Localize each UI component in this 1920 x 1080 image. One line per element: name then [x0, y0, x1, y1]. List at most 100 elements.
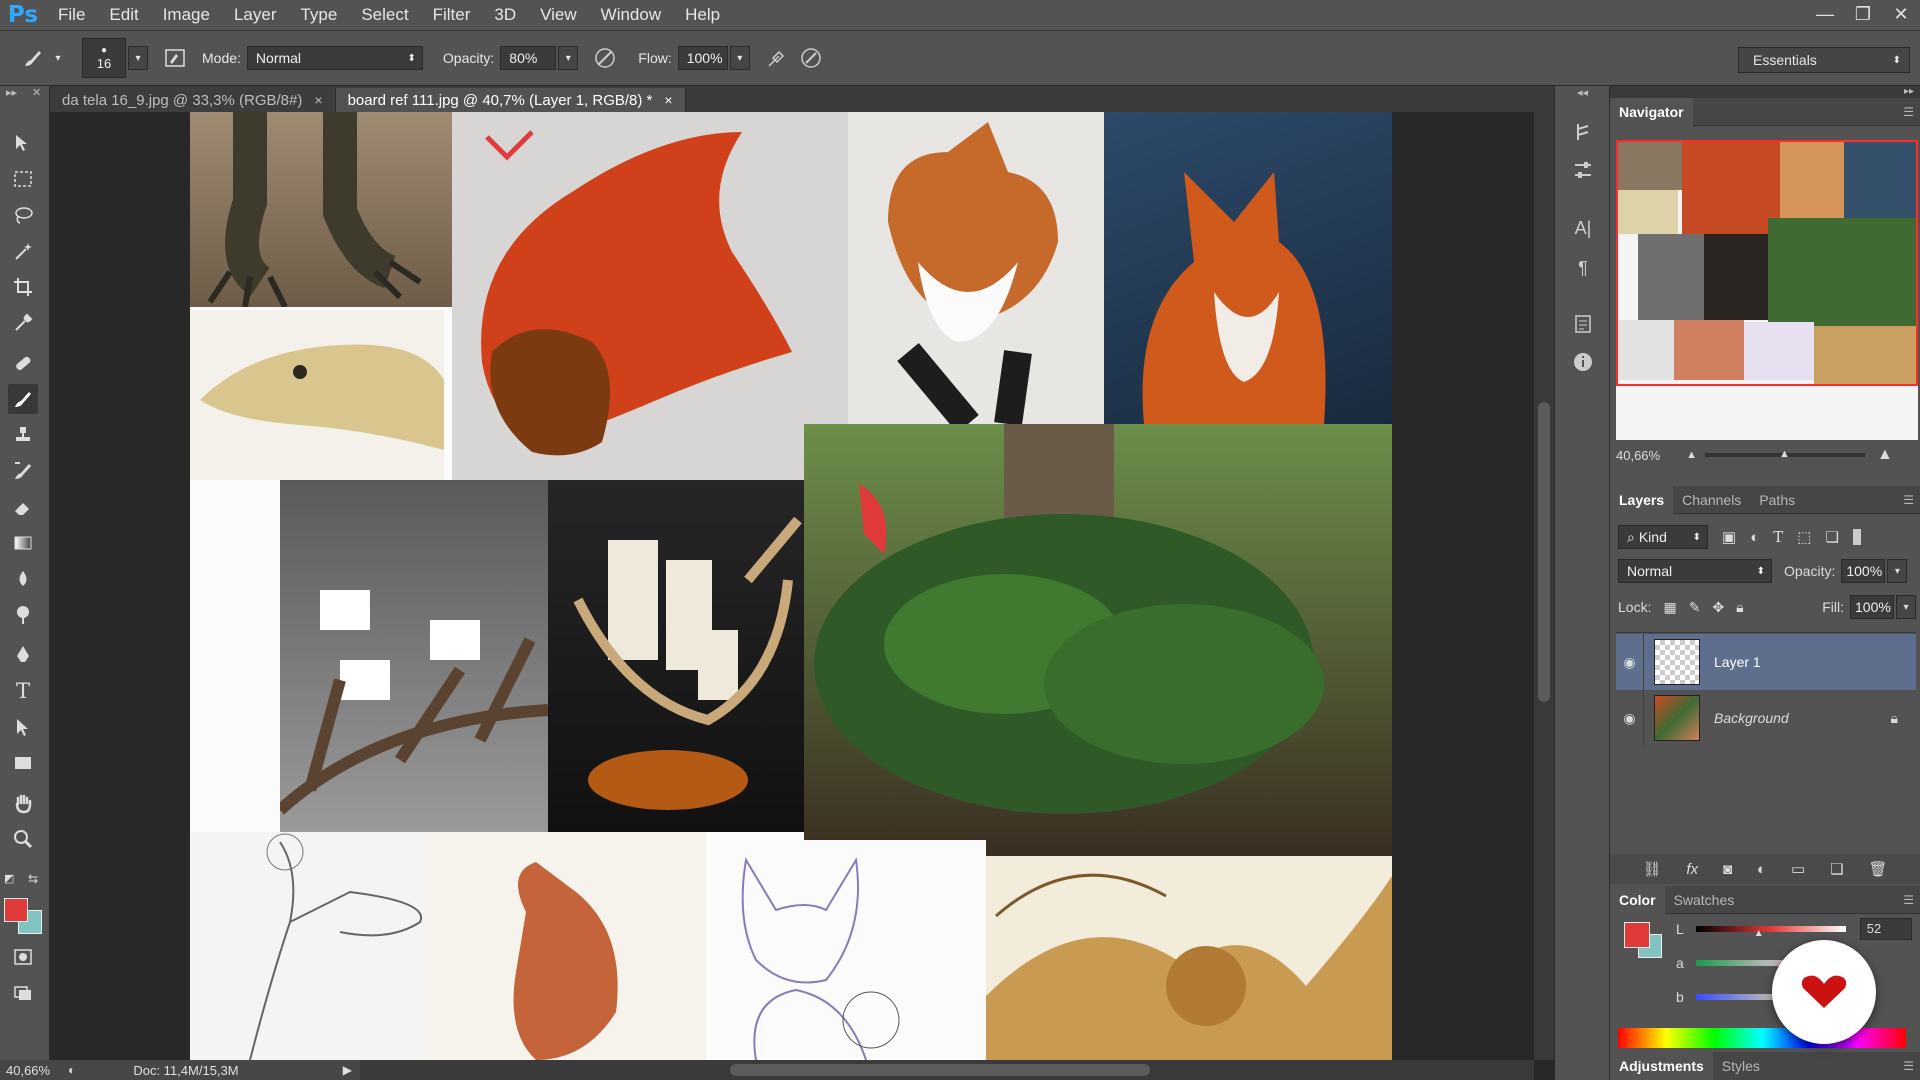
workspace-select[interactable]: Essentials ⬍	[1738, 47, 1910, 73]
zoom-in-icon[interactable]: ▲	[1877, 446, 1893, 464]
new-group-icon[interactable]: ▭	[1791, 860, 1805, 878]
navigator-view-box[interactable]	[1616, 140, 1918, 386]
pressure-size-icon[interactable]	[798, 45, 824, 71]
layer-opacity-input[interactable]: 100%	[1841, 559, 1886, 583]
tab-layers[interactable]: Layers	[1610, 485, 1674, 514]
tab-navigator[interactable]: Navigator	[1610, 97, 1693, 126]
navigator-preview[interactable]	[1616, 140, 1918, 440]
vertical-scroll-thumb[interactable]	[1538, 402, 1550, 702]
type-tool-icon[interactable]: T	[8, 676, 38, 706]
properties-panel-icon[interactable]	[1569, 310, 1597, 338]
pressure-opacity-icon[interactable]	[592, 45, 618, 71]
close-window-button[interactable]: ✕	[1882, 0, 1920, 30]
filter-toggle-icon[interactable]	[1852, 529, 1861, 545]
blur-tool-icon[interactable]	[8, 564, 38, 594]
fill-input[interactable]: 100%	[1850, 595, 1894, 619]
history-panel-icon[interactable]	[1569, 118, 1597, 146]
flow-input[interactable]: 100%	[677, 46, 728, 70]
clone-stamp-tool-icon[interactable]	[8, 420, 38, 450]
history-brush-tool-icon[interactable]	[8, 456, 38, 486]
filter-type-icon[interactable]: T	[1773, 528, 1783, 546]
opacity-input[interactable]: 80%	[500, 46, 557, 70]
menu-edit[interactable]: Edit	[97, 0, 150, 30]
airbrush-icon[interactable]	[764, 45, 790, 71]
fill-dropdown[interactable]: ▾	[1896, 595, 1916, 619]
gradient-tool-icon[interactable]	[8, 528, 38, 558]
status-menu-arrow-icon[interactable]: ▶	[343, 1063, 352, 1077]
opacity-dropdown[interactable]: ▾	[558, 46, 579, 70]
menu-filter[interactable]: Filter	[421, 0, 483, 30]
menu-layer[interactable]: Layer	[222, 0, 289, 30]
status-info-icon[interactable]: ◐	[68, 1063, 75, 1077]
layer-name[interactable]: Background	[1714, 710, 1789, 726]
zoom-tool-icon[interactable]	[8, 824, 38, 854]
new-layer-icon[interactable]: ❏	[1830, 860, 1843, 878]
blend-mode-select[interactable]: Normal ⬍	[1618, 559, 1772, 583]
pen-tool-icon[interactable]	[8, 640, 38, 670]
collapse-strip-icon[interactable]: ◂◂	[1577, 86, 1588, 99]
crop-tool-icon[interactable]	[8, 272, 38, 302]
horizontal-scroll-thumb[interactable]	[730, 1064, 1150, 1076]
path-selection-tool-icon[interactable]	[8, 712, 38, 742]
color-spectrum-ramp[interactable]	[1618, 1028, 1906, 1048]
swap-colors-icon[interactable]: ⇆	[28, 872, 38, 886]
lock-transparent-icon[interactable]: ▦	[1663, 599, 1676, 616]
eraser-tool-icon[interactable]	[8, 492, 38, 522]
add-mask-icon[interactable]: ◙	[1723, 861, 1732, 878]
tab-color[interactable]: Color	[1610, 885, 1665, 914]
move-tool-icon[interactable]	[8, 128, 38, 158]
magic-wand-tool-icon[interactable]	[8, 236, 38, 266]
mode-select[interactable]: Normal ⬍	[246, 46, 423, 70]
quick-mask-icon[interactable]	[8, 942, 38, 972]
canvas-area[interactable]	[50, 112, 1534, 1060]
minimize-button[interactable]: —	[1806, 0, 1844, 30]
visibility-eye-icon[interactable]: ◉	[1616, 634, 1644, 690]
document-canvas[interactable]	[190, 112, 1392, 1060]
new-adjustment-icon[interactable]: ◐	[1757, 861, 1766, 878]
filter-pixel-icon[interactable]: ▣	[1722, 528, 1736, 546]
filter-shape-icon[interactable]: ⬚	[1797, 528, 1811, 546]
layer-opacity-dropdown[interactable]: ▾	[1887, 559, 1908, 583]
panel-menu-icon[interactable]: ☰	[1903, 893, 1914, 907]
panel-menu-icon[interactable]: ☰	[1903, 1059, 1914, 1073]
layer-row-layer1[interactable]: ◉ Layer 1	[1616, 634, 1916, 690]
collapse-tools-icon[interactable]: ▸▸	[6, 86, 17, 99]
layer-name[interactable]: Layer 1	[1714, 654, 1761, 670]
restore-button[interactable]: ❐	[1844, 0, 1882, 30]
layer-style-icon[interactable]: fx	[1686, 861, 1698, 878]
zoom-slider[interactable]: ▲	[1704, 448, 1865, 460]
vertical-scrollbar[interactable]	[1534, 112, 1554, 1060]
filter-adjustment-icon[interactable]: ◐	[1750, 529, 1759, 546]
lock-position-icon[interactable]: ✥	[1712, 599, 1724, 616]
close-tab-icon[interactable]: ×	[664, 92, 672, 108]
horizontal-scrollbar[interactable]	[360, 1060, 1534, 1080]
lock-all-icon[interactable]: 🔒︎	[1736, 599, 1743, 616]
close-tab-icon[interactable]: ×	[314, 92, 322, 108]
layer-row-background[interactable]: ◉ Background 🔒︎	[1616, 690, 1916, 746]
filter-smartobject-icon[interactable]: ❏	[1825, 528, 1838, 546]
info-panel-icon[interactable]	[1569, 348, 1597, 376]
flow-dropdown[interactable]: ▾	[729, 46, 750, 70]
menu-image[interactable]: Image	[151, 0, 222, 30]
eyedropper-tool-icon[interactable]	[8, 308, 38, 338]
menu-view[interactable]: View	[528, 0, 589, 30]
default-colors-icon[interactable]: ◩	[4, 872, 14, 885]
menu-3d[interactable]: 3D	[482, 0, 528, 30]
close-tools-icon[interactable]: ✕	[32, 86, 41, 99]
tab-paths[interactable]: Paths	[1750, 486, 1804, 514]
character-panel-icon[interactable]: A|	[1569, 214, 1597, 242]
tab-board-ref[interactable]: board ref 111.jpg @ 40,7% (Layer 1, RGB/…	[335, 88, 686, 112]
tab-styles[interactable]: Styles	[1713, 1052, 1769, 1080]
marquee-tool-icon[interactable]	[8, 164, 38, 194]
visibility-eye-icon[interactable]: ◉	[1616, 690, 1644, 746]
brush-size-picker[interactable]: ● 16	[82, 38, 126, 78]
rectangle-tool-icon[interactable]	[8, 748, 38, 778]
kind-filter-select[interactable]: ⌕ Kind ⬍	[1618, 525, 1708, 549]
zoom-level[interactable]: 40,66%	[6, 1063, 50, 1078]
brush-tool-icon[interactable]	[8, 384, 38, 414]
delete-layer-icon[interactable]: 🗑︎	[1868, 860, 1887, 878]
collapse-panels-icon[interactable]: ▸▸	[1610, 86, 1920, 98]
brush-size-dropdown[interactable]: ▾	[128, 46, 148, 70]
tool-preset-dropdown[interactable]: ▾	[48, 46, 68, 70]
lock-paint-icon[interactable]: ✎	[1689, 599, 1701, 616]
